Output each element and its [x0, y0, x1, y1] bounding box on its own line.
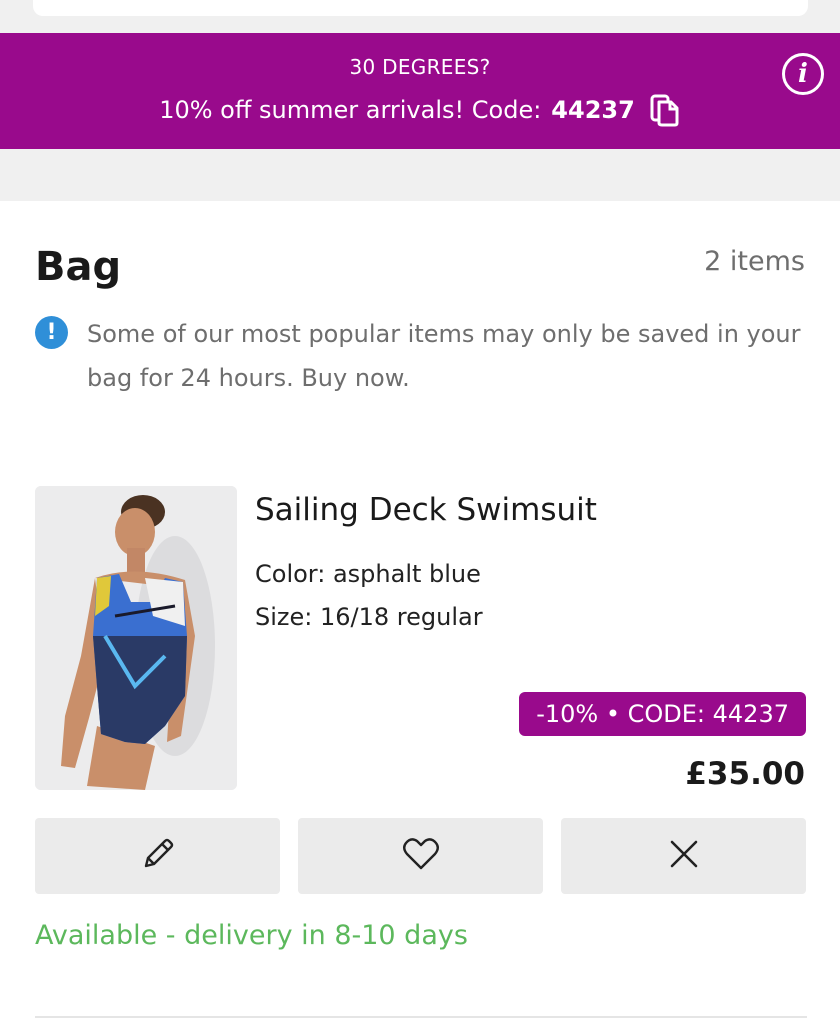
exclamation-icon: ! [35, 316, 68, 349]
product-price: £35.00 [685, 756, 805, 792]
promo-banner: 30 DEGREES? 10% off summer arrivals! Cod… [0, 33, 840, 149]
close-icon [668, 838, 700, 874]
info-icon[interactable]: i [782, 53, 824, 95]
product-image[interactable] [35, 486, 237, 790]
page-title: Bag [35, 244, 122, 290]
copy-icon[interactable] [649, 93, 681, 127]
divider [35, 1016, 807, 1018]
bag-item-count: 2 items [704, 246, 805, 277]
promo-message: 10% off summer arrivals! Code: [159, 96, 542, 124]
bag-notice-text: Some of our most popular items may only … [87, 320, 801, 392]
promo-title: 30 DEGREES? [349, 55, 491, 79]
wishlist-button[interactable] [298, 818, 543, 894]
section-separator [0, 149, 840, 201]
discount-badge: -10% • CODE: 44237 [519, 692, 806, 736]
promo-code: 44237 [551, 96, 635, 124]
promo-line: 10% off summer arrivals! Code: 44237 [0, 93, 840, 127]
pencil-icon [140, 836, 176, 876]
product-name[interactable]: Sailing Deck Swimsuit [255, 492, 597, 528]
edit-button[interactable] [35, 818, 280, 894]
availability-status: Available - delivery in 8-10 days [35, 920, 468, 951]
product-size: Size: 16/18 regular [255, 603, 483, 631]
product-color: Color: asphalt blue [255, 560, 481, 588]
heart-icon [402, 837, 440, 875]
previous-section-card [33, 0, 808, 16]
remove-button[interactable] [561, 818, 806, 894]
